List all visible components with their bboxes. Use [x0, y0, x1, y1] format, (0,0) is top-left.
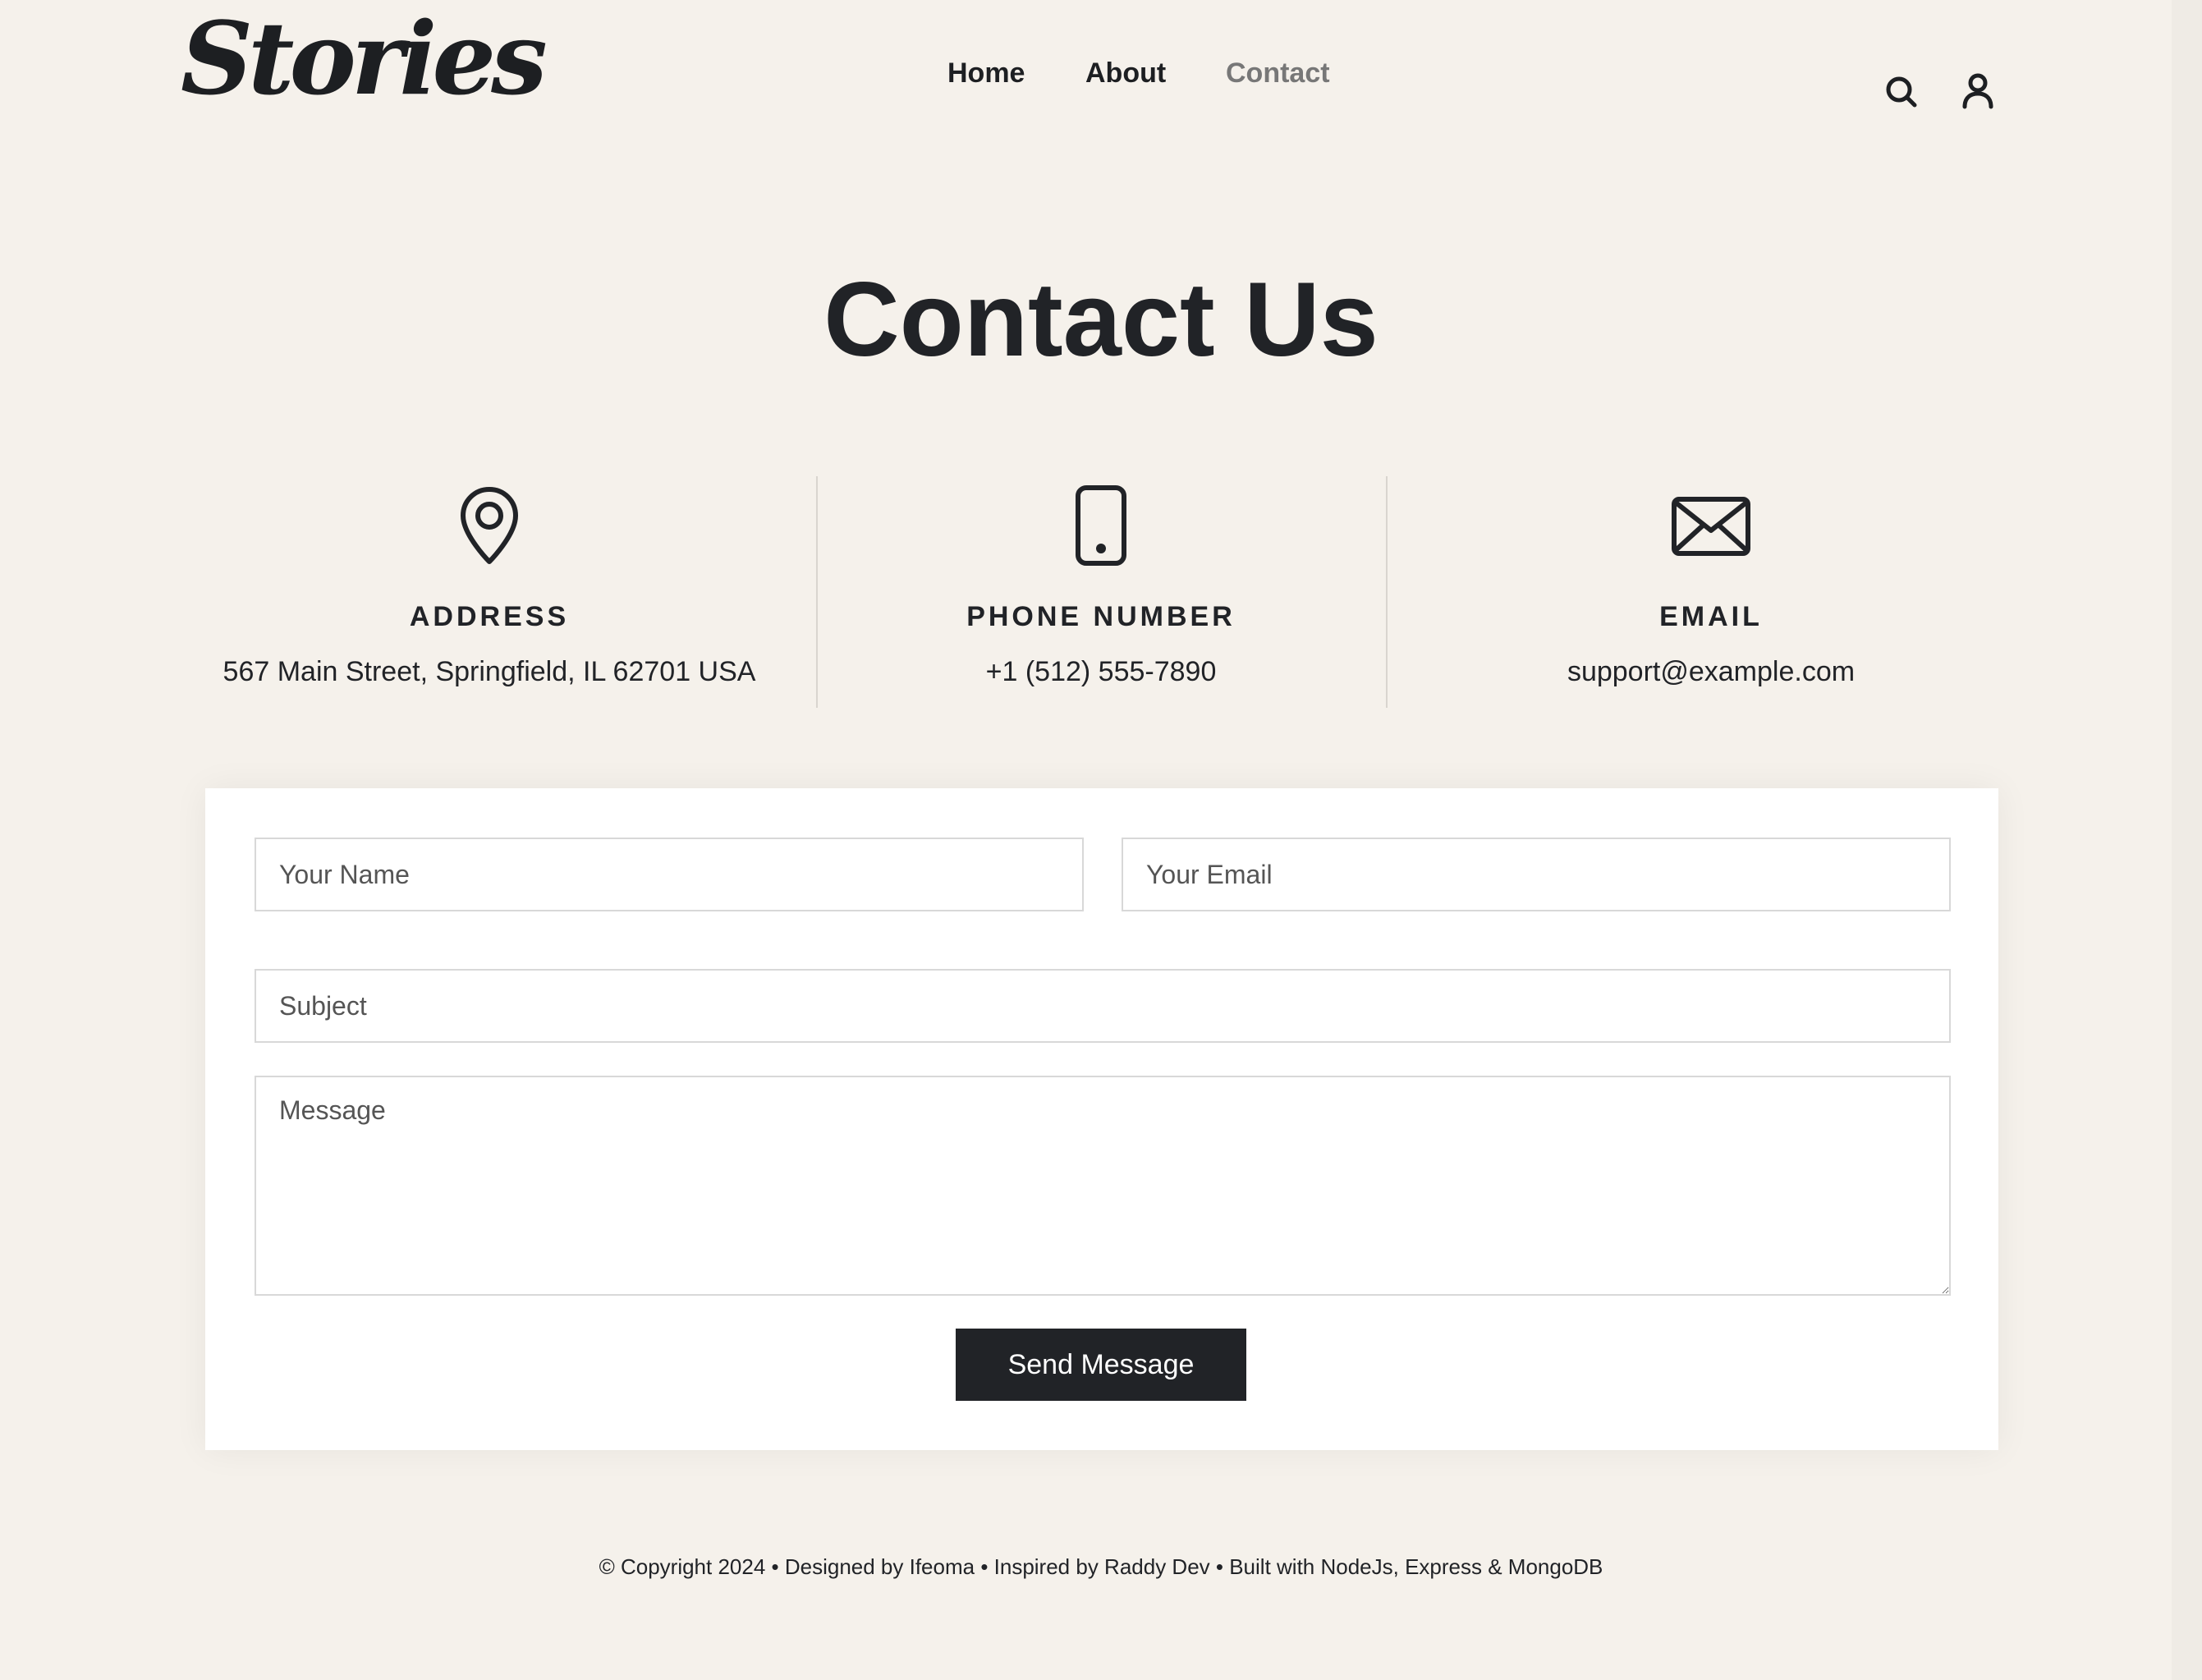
nav-link-home[interactable]: Home: [947, 57, 1025, 90]
location-pin-icon: [461, 487, 518, 564]
email-label: EMAIL: [1659, 601, 1763, 632]
email-block: EMAIL support@example.com: [1424, 484, 1998, 688]
address-value: 567 Main Street, Springfield, IL 62701 U…: [222, 656, 756, 687]
address-block: ADDRESS 567 Main Street, Springfield, IL…: [202, 484, 777, 688]
name-input[interactable]: [255, 838, 1084, 911]
phone-value[interactable]: +1 (512) 555-7890: [814, 656, 1388, 688]
send-message-button[interactable]: Send Message: [956, 1329, 1246, 1401]
site-logo[interactable]: Stories: [181, 8, 548, 108]
user-icon[interactable]: [1958, 71, 1998, 110]
search-icon[interactable]: [1882, 72, 1921, 112]
phone-block: PHONE NUMBER +1 (512) 555-7890: [814, 484, 1388, 688]
footer-copyright: © Copyright 2024 • Designed by Ifeoma • …: [599, 1554, 1603, 1579]
subject-input[interactable]: [255, 969, 1951, 1043]
email-value[interactable]: support@example.com: [1424, 656, 1998, 688]
scrollbar[interactable]: [2172, 0, 2202, 1680]
phone-icon: [1076, 485, 1126, 566]
page-title: Contact Us: [823, 261, 1379, 379]
contact-form: Send Message: [205, 788, 1998, 1450]
phone-label: PHONE NUMBER: [966, 601, 1236, 632]
nav-link-contact[interactable]: Contact: [1226, 57, 1330, 90]
email-input[interactable]: [1122, 838, 1951, 911]
address-label: ADDRESS: [409, 601, 570, 632]
envelope-icon: [1672, 497, 1750, 556]
message-textarea[interactable]: [255, 1076, 1951, 1296]
nav-link-about[interactable]: About: [1085, 57, 1166, 90]
info-divider: [1386, 476, 1388, 708]
